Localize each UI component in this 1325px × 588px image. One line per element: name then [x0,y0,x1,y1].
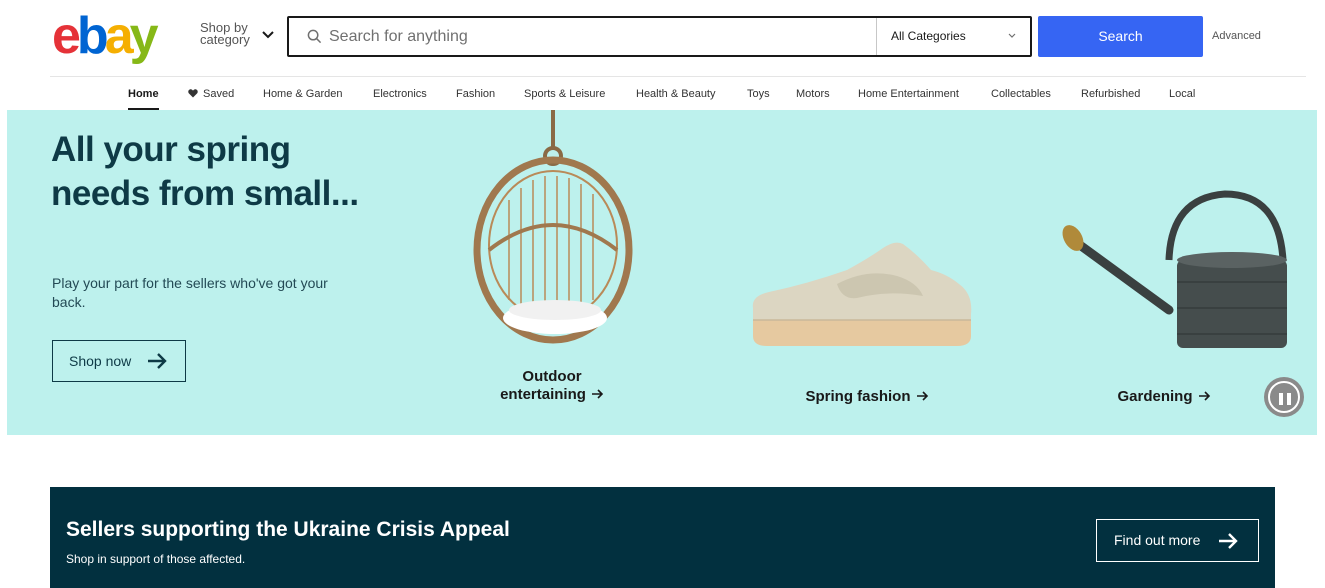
product-link-spring-fashion[interactable]: Spring fashion [777,388,957,406]
nav-item-fashion[interactable]: Fashion [456,88,495,100]
nav-item-electronics[interactable]: Electronics [373,88,427,100]
product-link-gardening[interactable]: Gardening [1089,388,1239,406]
category-select[interactable]: All Categories [876,18,1030,55]
banner-title: Sellers supporting the Ukraine Crisis Ap… [66,518,510,541]
hero-banner[interactable]: All your spring needs from small... Play… [7,110,1317,435]
category-selected-value: All Categories [891,29,966,43]
shop-now-label: Shop now [69,353,132,369]
search-input[interactable] [329,18,869,55]
hero-title: All your spring needs from small... [51,130,359,213]
pause-icon [1268,381,1300,413]
shop-by-category-label: Shop by category [200,20,250,47]
nav-item-home-entertainment[interactable]: Home Entertainment [858,88,959,100]
advanced-search-link[interactable]: Advanced [1212,30,1261,42]
nav-item-label: Saved [203,88,235,100]
arrow-right-icon [591,389,604,399]
arrow-right-icon [148,353,167,369]
find-out-more-label: Find out more [1114,532,1201,548]
search-button[interactable]: Search [1038,16,1203,57]
chevron-down-icon [1008,33,1016,38]
carousel-pause-button[interactable] [1264,377,1304,417]
chevron-down-icon [262,31,274,39]
hanging-chair-image[interactable] [469,110,637,350]
shop-now-button[interactable]: Shop now [52,340,186,382]
shop-by-category-button[interactable]: Shop by category [200,20,280,52]
product-link-outdoor-entertaining[interactable]: Outdoor entertaining [477,368,627,404]
nav-item-motors[interactable]: Motors [796,88,830,100]
heart-icon [188,89,198,98]
find-out-more-button[interactable]: Find out more [1096,519,1259,562]
ukraine-appeal-banner[interactable]: Sellers supporting the Ukraine Crisis Ap… [50,487,1275,588]
nav-item-collectables[interactable]: Collectables [991,88,1051,100]
header: ebay Shop by category All Categories Sea… [0,0,1325,76]
nav-item-sports-leisure[interactable]: Sports & Leisure [524,88,605,100]
arrow-right-icon [916,391,928,401]
arrow-right-icon [1198,391,1210,401]
nav-item-home[interactable]: Home [128,88,159,110]
category-nav: Home Saved Home & Garden Electronics Fas… [50,76,1306,110]
nav-item-local[interactable]: Local [1169,88,1195,100]
watering-can-image[interactable] [1055,190,1295,352]
nav-item-toys[interactable]: Toys [747,88,770,100]
sneaker-image[interactable] [747,240,977,352]
nav-item-refurbished[interactable]: Refurbished [1081,88,1140,100]
nav-item-health-beauty[interactable]: Health & Beauty [636,88,716,100]
banner-subtitle: Shop in support of those affected. [66,552,246,566]
hero-subtitle: Play your part for the sellers who've go… [52,275,328,310]
nav-item-saved[interactable]: Saved [188,88,234,100]
search-bar: All Categories [287,16,1032,57]
arrow-right-icon [1219,533,1238,549]
ebay-logo[interactable]: ebay [52,8,172,64]
search-icon [307,29,322,44]
nav-item-home-garden[interactable]: Home & Garden [263,88,342,100]
